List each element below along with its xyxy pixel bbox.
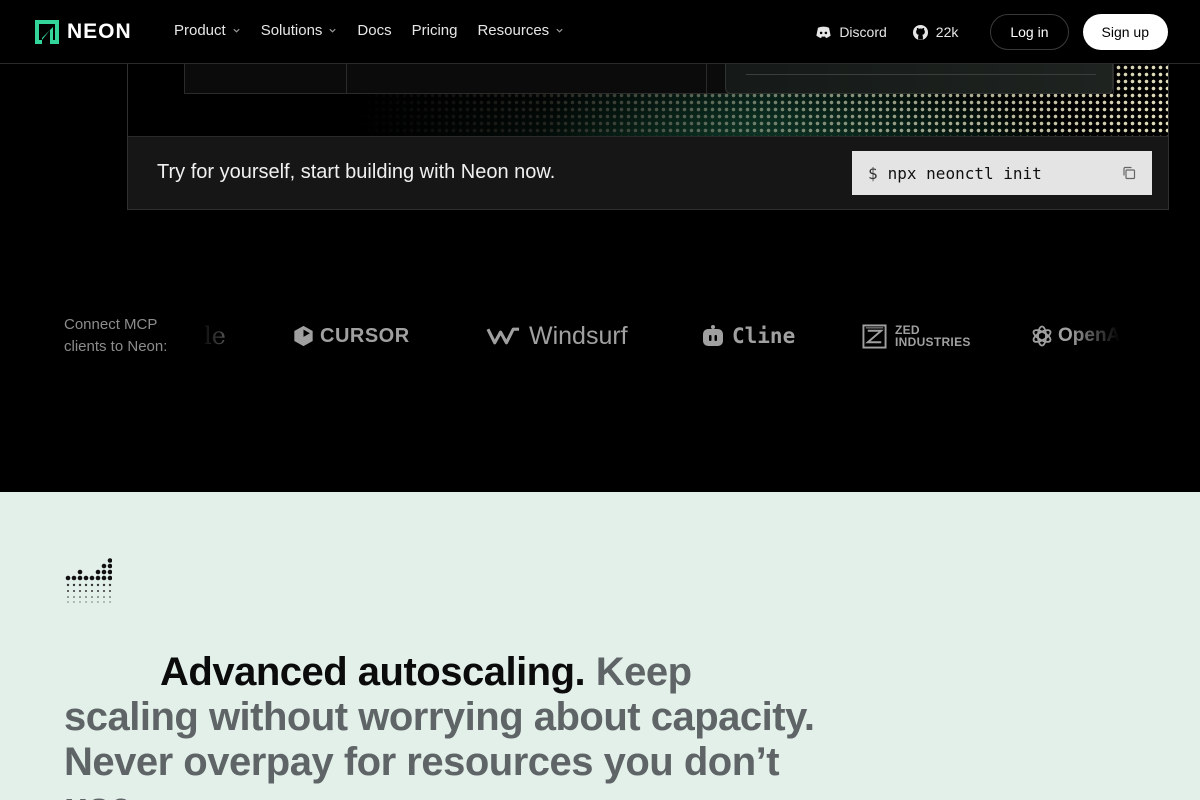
main-menu: Product Solutions Docs Pricing Resources xyxy=(174,22,564,39)
nav-resources[interactable]: Resources xyxy=(477,22,564,39)
console-divider xyxy=(346,64,347,94)
nav-resources-label: Resources xyxy=(477,22,550,39)
cta-bar: Try for yourself, start building with Ne… xyxy=(128,136,1168,209)
zed-logo-text: ZED INDUSTRIES xyxy=(895,324,971,348)
nav-solutions-label: Solutions xyxy=(260,22,323,39)
console-divider xyxy=(706,64,707,94)
console-preview xyxy=(184,64,1114,94)
cline-icon xyxy=(703,325,723,346)
mcp-label: Connect MCP clients to Neon: xyxy=(64,316,168,355)
github-icon xyxy=(912,24,928,40)
hero-visual: Try for yourself, start building with Ne… xyxy=(127,64,1169,210)
command-text: npx neonctl init xyxy=(887,163,1042,183)
github-star-count: 22k xyxy=(935,24,959,40)
shell-prompt: $ xyxy=(868,163,878,183)
cline-logo-text: Cline xyxy=(732,324,796,348)
discord-label: Discord xyxy=(839,24,887,40)
mcp-client-marquee: le CURSOR Windsurf Cline ZED xyxy=(200,316,1120,356)
discord-icon xyxy=(816,26,831,38)
zed-logo-line2: INDUSTRIES xyxy=(895,335,971,349)
windsurf-logo-text: Windsurf xyxy=(529,321,628,350)
chevron-down-icon xyxy=(329,28,337,33)
console-panel xyxy=(725,64,1113,94)
marquee-fade-left xyxy=(200,310,250,360)
logo-text: NEON xyxy=(67,20,132,43)
github-link[interactable]: 22k xyxy=(911,23,959,42)
nav-pricing-label: Pricing xyxy=(411,22,458,39)
nav-product[interactable]: Product xyxy=(174,22,241,39)
chevron-down-icon xyxy=(556,28,563,33)
zed-icon xyxy=(862,323,887,349)
autoscaling-dots-icon xyxy=(65,558,112,603)
neon-logo[interactable]: NEON xyxy=(33,18,132,46)
feature-headline-strong: Advanced autoscaling. xyxy=(160,650,586,694)
copy-icon[interactable] xyxy=(1122,166,1136,180)
windsurf-logo: Windsurf xyxy=(486,316,628,356)
neon-logo-icon xyxy=(35,20,59,44)
cursor-icon xyxy=(294,325,313,347)
console-panel-line xyxy=(746,74,1096,75)
zed-logo: ZED INDUSTRIES xyxy=(862,316,971,356)
cursor-logo-text: CURSOR xyxy=(320,324,410,347)
nav-pricing[interactable]: Pricing xyxy=(412,22,458,39)
command-snippet[interactable]: $ npx neonctl init xyxy=(852,151,1152,195)
nav-docs-label: Docs xyxy=(357,22,392,39)
cursor-logo: CURSOR xyxy=(293,316,410,356)
top-navigation: NEON Product Solutions Docs Pricing Reso… xyxy=(0,0,1200,64)
marquee-fade-right xyxy=(1070,310,1120,360)
nav-solutions[interactable]: Solutions xyxy=(261,22,338,39)
autoscaling-section: Advanced autoscaling. Keep scaling witho… xyxy=(0,492,1200,800)
nav-product-label: Product xyxy=(174,22,226,39)
cline-logo: Cline xyxy=(702,316,795,356)
signup-button[interactable]: Sign up xyxy=(1082,14,1168,50)
login-button[interactable]: Log in xyxy=(990,14,1069,50)
openai-icon xyxy=(1032,325,1052,347)
nav-docs[interactable]: Docs xyxy=(357,22,391,39)
nav-actions: Discord 22k Log in Sign up xyxy=(814,14,1168,50)
chevron-down-icon xyxy=(233,28,240,33)
feature-headline: Advanced autoscaling. Keep scaling witho… xyxy=(64,650,824,800)
cta-text: Try for yourself, start building with Ne… xyxy=(157,161,556,183)
discord-link[interactable]: Discord xyxy=(814,23,887,42)
windsurf-icon xyxy=(486,327,520,345)
